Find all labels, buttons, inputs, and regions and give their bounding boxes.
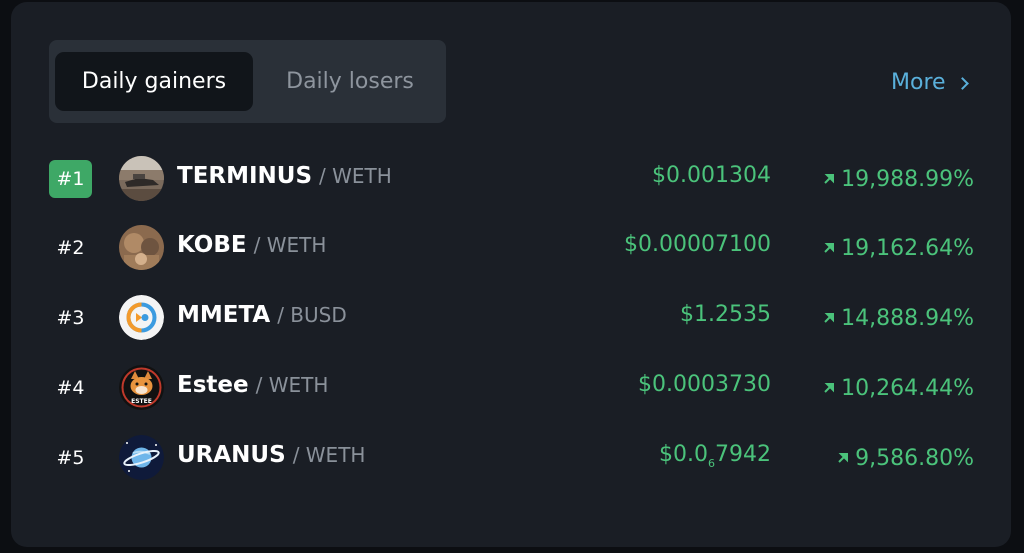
rank-badge: #1 <box>49 160 92 198</box>
token-avatar-terminus <box>119 156 164 201</box>
token-avatar-estee: ESTEE <box>119 365 164 410</box>
pair-name[interactable]: Estee / WETH <box>177 372 328 404</box>
token-symbol: KOBE <box>177 232 247 258</box>
token-symbol: TERMINUS <box>177 163 313 189</box>
pair-name[interactable]: TERMINUS / WETH <box>177 163 392 195</box>
rank-badge: #5 <box>56 447 85 469</box>
pair-name[interactable]: MMETA / BUSD <box>177 302 347 334</box>
quote-symbol: / WETH <box>292 443 366 467</box>
token-symbol: URANUS <box>177 442 286 468</box>
price-change: 10,264.44% <box>823 372 974 404</box>
arrow-up-right-icon <box>838 453 849 463</box>
arrow-up-right-icon <box>824 383 835 393</box>
arrow-up-right-icon <box>824 174 835 184</box>
price-change: 19,988.99% <box>823 163 974 195</box>
quote-symbol: / BUSD <box>277 303 347 327</box>
top-movers-card: Daily gainers Daily losers More #1 TERMI… <box>11 2 1011 547</box>
tab-daily-gainers[interactable]: Daily gainers <box>55 52 253 111</box>
token-symbol: Estee <box>177 372 249 398</box>
arrow-up-right-icon <box>824 243 835 253</box>
token-symbol: MMETA <box>177 302 271 328</box>
rank-badge: #3 <box>56 307 85 329</box>
pair-name[interactable]: URANUS / WETH <box>177 442 365 474</box>
chevron-right-icon <box>955 76 969 90</box>
token-avatar-mmeta <box>119 295 164 340</box>
price-change: 9,586.80% <box>837 442 974 474</box>
token-price: $0.001304 <box>652 163 771 188</box>
table-row[interactable]: #4 ESTEE Estee / WETH $0.0003730 10,264.… <box>11 358 1011 418</box>
table-row[interactable]: #5 URANUS / WETH $0.067942 9,586.80% <box>11 428 1011 488</box>
estee-logo-text: ESTEE <box>131 398 152 405</box>
price-suffix: 7942 <box>715 442 771 467</box>
change-value: 10,264.44% <box>841 375 974 401</box>
rank-badge: #4 <box>56 377 85 399</box>
token-price: $0.0003730 <box>638 372 771 397</box>
token-price: $1.2535 <box>680 302 771 327</box>
change-value: 9,586.80% <box>855 445 974 471</box>
tab-daily-losers[interactable]: Daily losers <box>259 52 441 111</box>
pair-name[interactable]: KOBE / WETH <box>177 232 326 264</box>
price-prefix: $0.0 <box>659 442 708 467</box>
price-change: 19,162.64% <box>823 232 974 264</box>
change-value: 14,888.94% <box>841 305 974 331</box>
token-avatar-uranus <box>119 435 164 480</box>
quote-symbol: / WETH <box>253 233 327 257</box>
token-price: $0.067942 <box>659 442 771 474</box>
quote-symbol: / WETH <box>319 164 392 188</box>
quote-symbol: / WETH <box>255 373 329 397</box>
change-value: 19,988.99% <box>841 166 974 192</box>
more-link[interactable]: More <box>891 64 969 100</box>
change-value: 19,162.64% <box>841 235 974 261</box>
table-row[interactable]: #1 TERMINUS / WETH $0.001304 19,988.99% <box>11 149 1011 209</box>
table-row[interactable]: #2 KOBE / WETH $0.00007100 19,162.64% <box>11 218 1011 278</box>
table-row[interactable]: #3 MMETA / BUSD $1.2535 14,888.94% <box>11 288 1011 348</box>
rank-badge: #2 <box>56 237 85 259</box>
price-zero-count: 6 <box>708 457 715 470</box>
price-change: 14,888.94% <box>823 302 974 334</box>
arrow-up-right-icon <box>824 313 835 323</box>
token-price: $0.00007100 <box>624 232 771 257</box>
token-avatar-kobe <box>119 225 164 270</box>
more-label: More <box>891 69 946 95</box>
tab-group: Daily gainers Daily losers <box>49 40 446 123</box>
